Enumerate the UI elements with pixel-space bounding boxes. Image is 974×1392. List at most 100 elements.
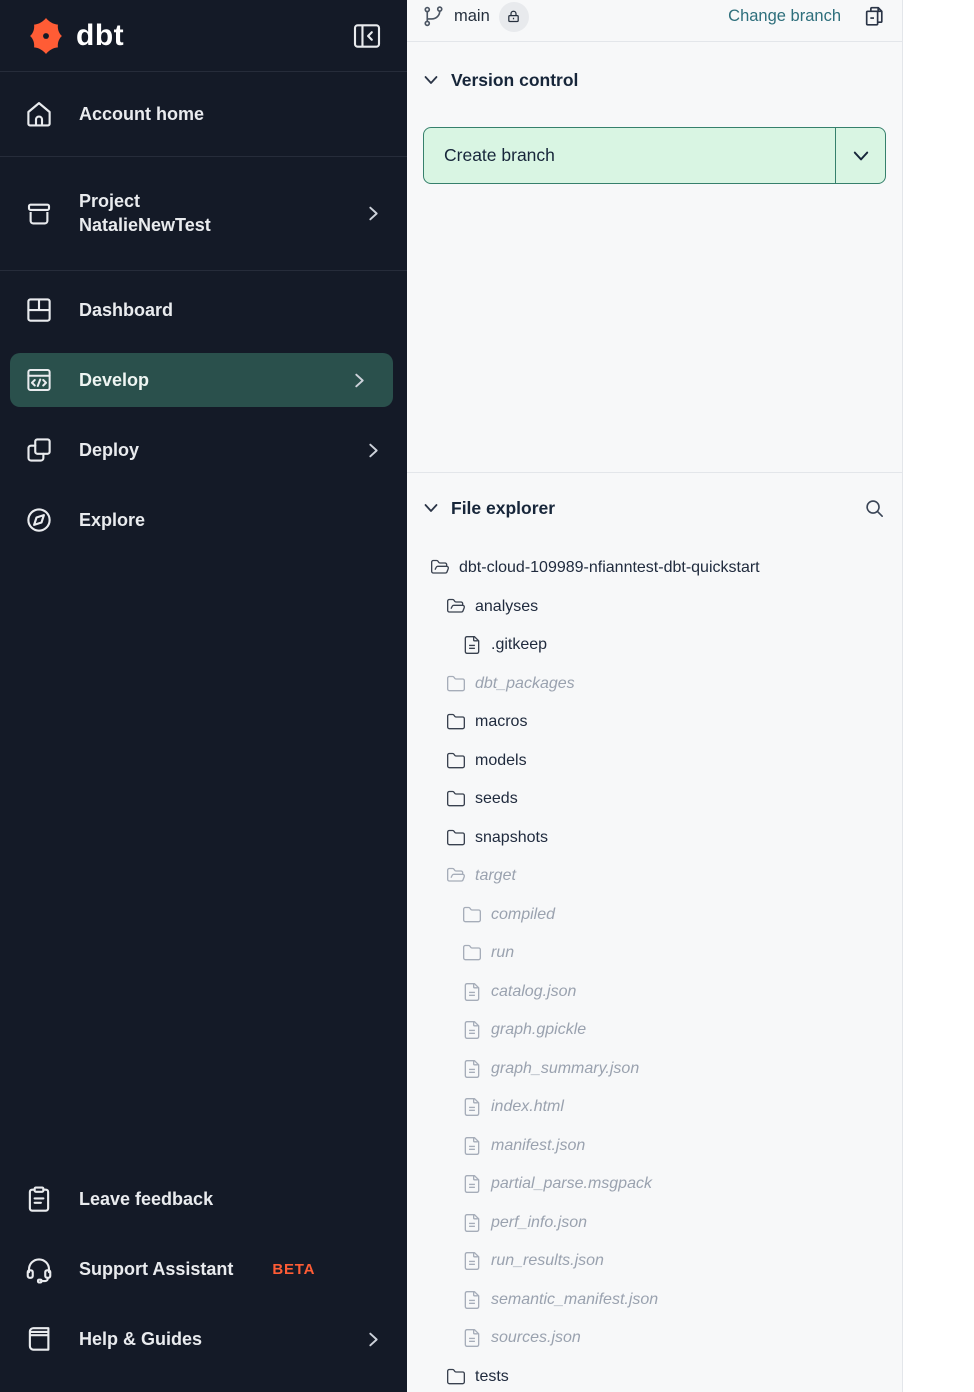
create-branch-button[interactable]: Create branch xyxy=(424,128,835,183)
tree-item-label: run_results.json xyxy=(491,1252,604,1270)
folder-icon xyxy=(462,943,482,963)
sidebar-footer: Leave feedback Support Assistant BETA xyxy=(0,1164,407,1392)
clipboard-icon xyxy=(24,1184,54,1214)
develop-code-window-icon xyxy=(24,365,54,395)
dbt-logo-icon xyxy=(24,14,68,58)
folder-icon xyxy=(446,828,466,848)
editor-area-edge xyxy=(903,0,974,1392)
version-control-section: Version control Create branch xyxy=(407,42,902,473)
tree-item[interactable]: semantic_manifest.json xyxy=(423,1281,886,1320)
tree-item[interactable]: dbt-cloud-109989-nfianntest-dbt-quicksta… xyxy=(423,549,886,588)
file-icon xyxy=(462,1020,482,1040)
chevron-right-icon xyxy=(365,205,382,222)
change-branch-link[interactable]: Change branch xyxy=(728,7,841,26)
sidebar-item-support-assistant[interactable]: Support Assistant BETA xyxy=(0,1234,407,1304)
dbt-logo-text: dbt xyxy=(76,19,124,53)
tree-item[interactable]: manifest.json xyxy=(423,1127,886,1166)
project-archive-icon xyxy=(24,199,54,229)
tree-item[interactable]: models xyxy=(423,742,886,781)
tree-item[interactable]: sources.json xyxy=(423,1319,886,1358)
folder-icon xyxy=(446,712,466,732)
tree-item[interactable]: seeds xyxy=(423,780,886,819)
lock-icon xyxy=(506,9,521,24)
tree-item[interactable]: tests xyxy=(423,1358,886,1392)
tree-item-label: compiled xyxy=(491,906,555,924)
dbt-logo[interactable]: dbt xyxy=(24,14,124,58)
tree-item-label: macros xyxy=(475,713,527,731)
sidebar-item-develop[interactable]: Develop xyxy=(10,353,393,407)
tree-item[interactable]: compiled xyxy=(423,896,886,935)
sidebar-item-label: Project xyxy=(79,191,340,212)
current-branch-name: main xyxy=(454,7,490,26)
tree-item[interactable]: run xyxy=(423,934,886,973)
tree-item[interactable]: target xyxy=(423,857,886,896)
sidebar-item-label: Dashboard xyxy=(79,300,382,321)
folder-open-icon xyxy=(446,866,466,886)
file-icon xyxy=(462,1059,482,1079)
sidebar-item-label: Explore xyxy=(79,510,382,531)
branch-lock-badge[interactable] xyxy=(499,2,529,32)
tree-item[interactable]: graph_summary.json xyxy=(423,1050,886,1089)
home-icon xyxy=(24,99,54,129)
sidebar-item-deploy[interactable]: Deploy xyxy=(0,415,407,485)
file-icon xyxy=(462,1213,482,1233)
version-control-header[interactable]: Version control xyxy=(423,58,886,102)
file-explorer-header[interactable]: File explorer xyxy=(423,489,886,527)
folder-icon xyxy=(462,905,482,925)
sidebar-spacer xyxy=(0,555,407,1164)
branch-bar: main Change branch xyxy=(407,0,902,42)
folder-open-icon xyxy=(430,558,450,578)
tree-item-label: index.html xyxy=(491,1098,564,1116)
chevron-right-icon xyxy=(365,1331,382,1348)
tree-item[interactable]: run_results.json xyxy=(423,1242,886,1281)
tree-item-label: dbt_packages xyxy=(475,675,575,693)
tree-item-label: seeds xyxy=(475,790,518,808)
sidebar-logo-row: dbt xyxy=(0,0,407,72)
tree-item-label: tests xyxy=(475,1368,509,1386)
collapse-sidebar-icon[interactable] xyxy=(351,20,383,52)
file-tree: dbt-cloud-109989-nfianntest-dbt-quicksta… xyxy=(423,549,886,1392)
tree-item-label: partial_parse.msgpack xyxy=(491,1175,652,1193)
chevron-right-icon xyxy=(365,442,382,459)
search-icon[interactable] xyxy=(863,497,886,520)
tree-item[interactable]: analyses xyxy=(423,588,886,627)
chevron-right-icon xyxy=(351,372,368,389)
dashboard-grid-icon xyxy=(24,295,54,325)
sidebar-item-explore[interactable]: Explore xyxy=(0,485,407,555)
tree-item[interactable]: snapshots xyxy=(423,819,886,858)
deploy-layers-icon xyxy=(24,435,54,465)
sidebar-item-label: Deploy xyxy=(79,440,340,461)
file-explorer-section: File explorer dbt-cloud-109989-nfianntes… xyxy=(407,473,902,1392)
tree-item-label: dbt-cloud-109989-nfianntest-dbt-quicksta… xyxy=(459,559,760,577)
copy-icon[interactable] xyxy=(862,4,887,29)
tree-item[interactable]: index.html xyxy=(423,1088,886,1127)
section-title: Version control xyxy=(451,70,578,91)
sidebar-item-account-home[interactable]: Account home xyxy=(0,72,407,157)
tree-item-label: semantic_manifest.json xyxy=(491,1291,658,1309)
sidebar-item-dashboard[interactable]: Dashboard xyxy=(0,275,407,345)
create-branch-dropdown-toggle[interactable] xyxy=(835,128,885,183)
file-icon xyxy=(462,1174,482,1194)
tree-item[interactable]: macros xyxy=(423,703,886,742)
sidebar-project-name: NatalieNewTest xyxy=(79,215,340,236)
tree-item-label: sources.json xyxy=(491,1329,581,1347)
explore-compass-icon xyxy=(24,505,54,535)
tree-item[interactable]: perf_info.json xyxy=(423,1204,886,1243)
tree-item-label: snapshots xyxy=(475,829,548,847)
folder-icon xyxy=(446,751,466,771)
file-icon xyxy=(462,1097,482,1117)
folder-icon xyxy=(446,1367,466,1387)
tree-item[interactable]: .gitkeep xyxy=(423,626,886,665)
file-icon xyxy=(462,635,482,655)
tree-item[interactable]: catalog.json xyxy=(423,973,886,1012)
sidebar-item-leave-feedback[interactable]: Leave feedback xyxy=(0,1164,407,1234)
sidebar-item-label: Support Assistant xyxy=(79,1259,233,1280)
sidebar-item-help-guides[interactable]: Help & Guides xyxy=(0,1304,407,1374)
tree-item[interactable]: dbt_packages xyxy=(423,665,886,704)
tree-item-label: target xyxy=(475,867,516,885)
sidebar-item-project[interactable]: Project NatalieNewTest xyxy=(0,157,407,271)
tree-item[interactable]: partial_parse.msgpack xyxy=(423,1165,886,1204)
sidebar-nav: Dashboard Develop xyxy=(0,271,407,555)
section-title: File explorer xyxy=(451,498,555,519)
tree-item[interactable]: graph.gpickle xyxy=(423,1011,886,1050)
